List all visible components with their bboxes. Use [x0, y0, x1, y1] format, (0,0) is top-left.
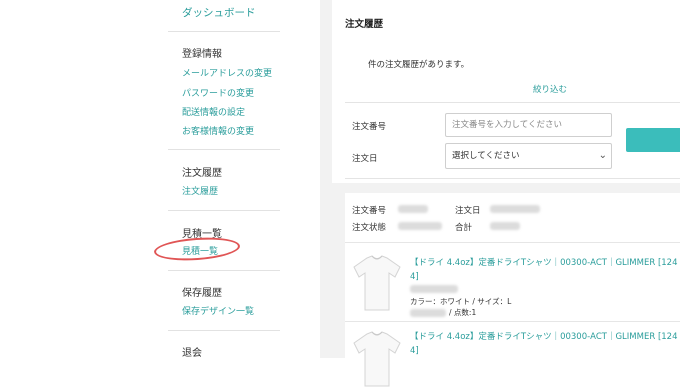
form-divider	[345, 102, 680, 103]
order-number-value-redacted	[398, 205, 428, 213]
order-count-text: 件の注文履歴があります。	[368, 60, 470, 70]
filter-link[interactable]: 絞り込む	[533, 83, 567, 95]
order-date-value-redacted	[490, 205, 540, 213]
search-button[interactable]	[626, 128, 680, 152]
order-total-value-redacted	[490, 222, 520, 230]
sidebar-item-dashboard[interactable]: ダッシュボード	[182, 5, 256, 20]
item-title-link[interactable]: 【ドライ 4.4oz】定番ドライTシャツ｜00300-ACT｜GLIMMER […	[410, 256, 680, 284]
sidebar-divider	[168, 210, 280, 211]
sidebar-divider	[168, 149, 280, 150]
page-title: 注文履歴	[345, 19, 384, 30]
sidebar-divider	[168, 270, 280, 271]
order-total-label: 合計	[455, 223, 473, 233]
item-title-link[interactable]: 【ドライ 4.4oz】定番ドライTシャツ｜00300-ACT｜GLIMMER […	[410, 330, 680, 358]
chevron-down-icon: ⌄	[598, 150, 607, 161]
item-price-redacted	[410, 309, 446, 317]
order-number-label: 注文番号	[352, 122, 387, 132]
sidebar-heading-registration: 登録情報	[182, 49, 222, 60]
order-date-select-value: 選択してください	[452, 151, 520, 161]
sidebar-item-withdraw[interactable]: 退会	[182, 344, 202, 359]
item-code-redacted	[410, 285, 458, 293]
sidebar-divider	[168, 31, 280, 32]
order-date-header-label: 注文日	[455, 206, 481, 216]
order-status-label: 注文状態	[352, 223, 387, 233]
sidebar-item-password-change[interactable]: パスワードの変更	[182, 86, 254, 99]
item-divider	[345, 321, 680, 322]
highlight-circle	[153, 235, 241, 263]
sidebar-item-customer-info[interactable]: お客様情報の変更	[182, 124, 254, 137]
order-date-label: 注文日	[352, 154, 378, 164]
order-number-input[interactable]	[445, 113, 612, 137]
item-divider	[345, 242, 680, 243]
sidebar-item-shipping-settings[interactable]: 配送情報の設定	[182, 105, 245, 118]
order-date-select[interactable]: 選択してください ⌄	[445, 143, 612, 169]
sidebar: ダッシュボード 登録情報 メールアドレスの変更 パスワードの変更 配送情報の設定…	[0, 0, 320, 359]
item-quantity: / 点数:1	[449, 308, 477, 317]
order-number-header-label: 注文番号	[352, 206, 387, 216]
order-status-value-redacted	[398, 222, 442, 230]
sidebar-heading-saved: 保存履歴	[182, 288, 222, 299]
sidebar-item-order-history[interactable]: 注文履歴	[182, 184, 218, 197]
tshirt-thumbnail[interactable]	[352, 254, 402, 312]
form-divider	[345, 178, 680, 179]
sidebar-item-email-change[interactable]: メールアドレスの変更	[182, 66, 272, 79]
item-attributes: カラー：ホワイト / サイズ：L	[410, 297, 512, 306]
sidebar-divider	[168, 330, 280, 331]
sidebar-heading-order-history: 注文履歴	[182, 168, 222, 179]
tshirt-thumbnail[interactable]	[352, 330, 402, 388]
sidebar-item-saved-designs[interactable]: 保存デザイン一覧	[182, 304, 254, 317]
